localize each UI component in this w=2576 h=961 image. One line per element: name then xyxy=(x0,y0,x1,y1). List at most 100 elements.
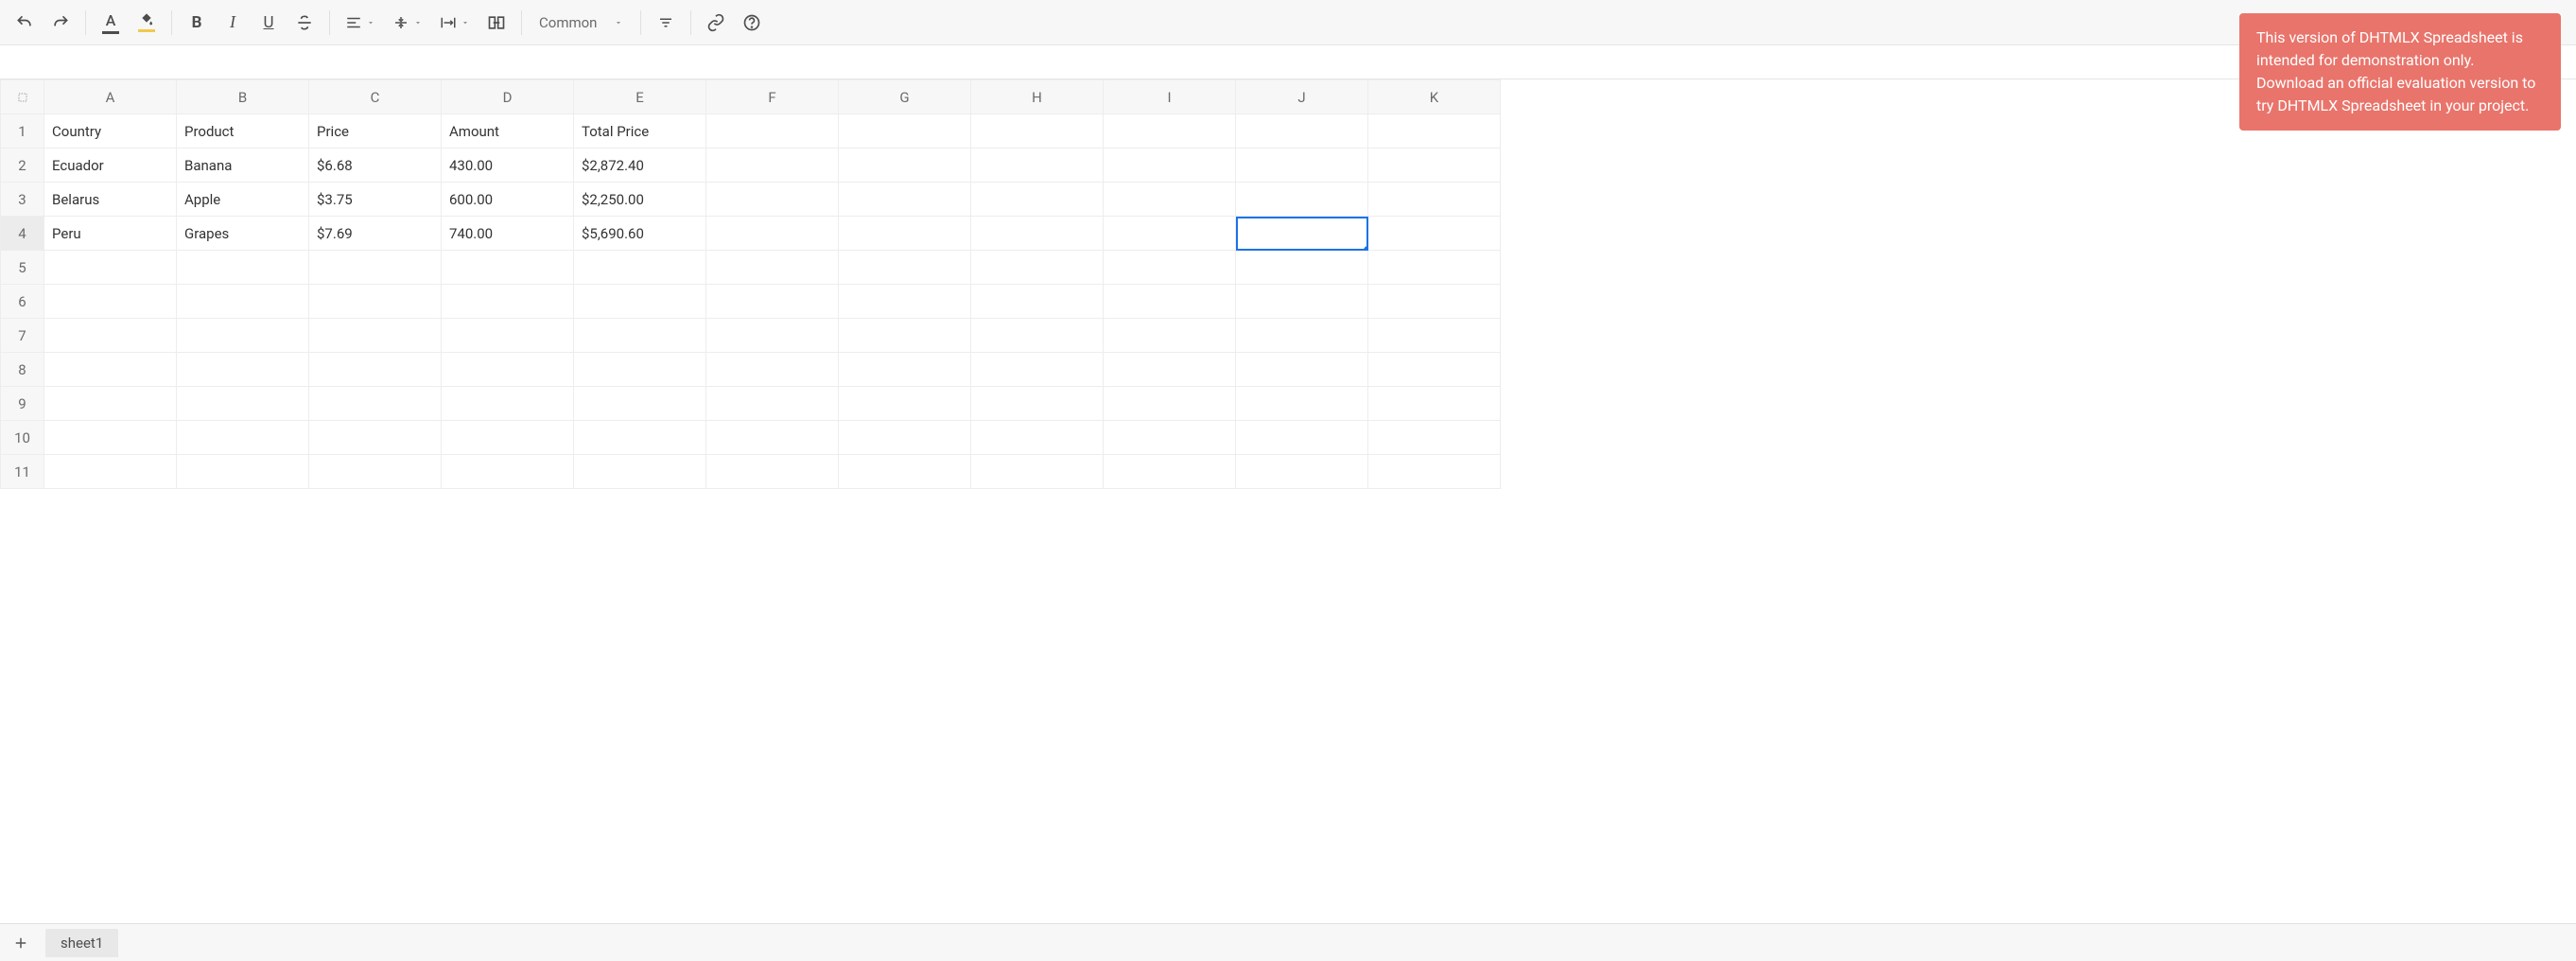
cell[interactable] xyxy=(442,353,574,387)
cell[interactable] xyxy=(971,455,1104,489)
cell[interactable] xyxy=(1104,285,1236,319)
cell[interactable] xyxy=(177,455,309,489)
cell[interactable] xyxy=(309,455,442,489)
underline-button[interactable]: U xyxy=(252,6,286,40)
valign-button[interactable] xyxy=(385,6,430,40)
cell[interactable] xyxy=(706,217,839,251)
cell[interactable]: $3.75 xyxy=(309,183,442,217)
cell[interactable]: Banana xyxy=(177,149,309,183)
cell[interactable] xyxy=(839,251,971,285)
row-header[interactable]: 10 xyxy=(1,421,44,455)
cell[interactable] xyxy=(177,353,309,387)
bold-button[interactable]: B xyxy=(180,6,214,40)
column-header[interactable]: A xyxy=(44,80,177,114)
row-header[interactable]: 9 xyxy=(1,387,44,421)
cell[interactable] xyxy=(1368,353,1501,387)
cell[interactable] xyxy=(1368,319,1501,353)
cell[interactable] xyxy=(971,421,1104,455)
cell[interactable] xyxy=(706,455,839,489)
cell[interactable] xyxy=(177,387,309,421)
cell[interactable] xyxy=(971,353,1104,387)
column-header[interactable]: G xyxy=(839,80,971,114)
cell[interactable] xyxy=(442,285,574,319)
cell[interactable]: Peru xyxy=(44,217,177,251)
cell[interactable] xyxy=(44,421,177,455)
row-header[interactable]: 3 xyxy=(1,183,44,217)
cell[interactable] xyxy=(309,251,442,285)
cell[interactable] xyxy=(442,387,574,421)
cell[interactable] xyxy=(44,353,177,387)
cell[interactable] xyxy=(1368,114,1501,149)
cell[interactable] xyxy=(706,251,839,285)
link-button[interactable] xyxy=(699,6,733,40)
cell[interactable] xyxy=(574,353,706,387)
undo-button[interactable] xyxy=(8,6,42,40)
cell[interactable] xyxy=(839,285,971,319)
cell[interactable] xyxy=(44,387,177,421)
cell[interactable] xyxy=(177,251,309,285)
cell[interactable] xyxy=(971,251,1104,285)
cell[interactable] xyxy=(1368,183,1501,217)
cell[interactable] xyxy=(574,455,706,489)
cell[interactable] xyxy=(442,251,574,285)
sheet-tab[interactable]: sheet1 xyxy=(45,929,118,957)
row-header[interactable]: 7 xyxy=(1,319,44,353)
cell[interactable]: Belarus xyxy=(44,183,177,217)
add-sheet-button[interactable] xyxy=(6,928,36,958)
number-format-select[interactable]: Common xyxy=(530,6,633,40)
row-header[interactable]: 11 xyxy=(1,455,44,489)
cell[interactable] xyxy=(44,285,177,319)
cell[interactable] xyxy=(1104,183,1236,217)
cell[interactable]: Country xyxy=(44,114,177,149)
cell[interactable] xyxy=(1368,251,1501,285)
cell[interactable] xyxy=(1236,387,1368,421)
cell[interactable] xyxy=(1104,114,1236,149)
cell[interactable] xyxy=(1236,183,1368,217)
cell[interactable] xyxy=(839,319,971,353)
cell[interactable] xyxy=(574,285,706,319)
cell[interactable]: $5,690.60 xyxy=(574,217,706,251)
cell[interactable]: 600.00 xyxy=(442,183,574,217)
cell[interactable] xyxy=(574,421,706,455)
cell[interactable] xyxy=(1368,387,1501,421)
column-header[interactable]: H xyxy=(971,80,1104,114)
cell[interactable] xyxy=(1236,353,1368,387)
fill-color-button[interactable] xyxy=(130,6,164,40)
filter-button[interactable] xyxy=(649,6,683,40)
cell[interactable] xyxy=(574,319,706,353)
formula-bar[interactable] xyxy=(0,45,2576,79)
cell[interactable]: Price xyxy=(309,114,442,149)
cell[interactable] xyxy=(706,421,839,455)
cell[interactable] xyxy=(706,353,839,387)
cell[interactable] xyxy=(44,251,177,285)
halign-button[interactable] xyxy=(338,6,383,40)
cell[interactable] xyxy=(44,455,177,489)
cell[interactable] xyxy=(706,114,839,149)
merge-button[interactable] xyxy=(479,6,513,40)
cell[interactable] xyxy=(177,421,309,455)
cell[interactable] xyxy=(839,421,971,455)
cell[interactable] xyxy=(971,285,1104,319)
column-header[interactable]: E xyxy=(574,80,706,114)
cell[interactable] xyxy=(442,421,574,455)
cell[interactable] xyxy=(1368,421,1501,455)
cell[interactable] xyxy=(839,387,971,421)
cell[interactable] xyxy=(1104,421,1236,455)
cell[interactable] xyxy=(971,114,1104,149)
cell[interactable] xyxy=(1236,217,1368,251)
cell[interactable] xyxy=(309,285,442,319)
cell[interactable] xyxy=(574,387,706,421)
cell[interactable] xyxy=(839,455,971,489)
column-header[interactable]: K xyxy=(1368,80,1501,114)
cell[interactable] xyxy=(1104,251,1236,285)
font-color-button[interactable]: A xyxy=(94,6,128,40)
wrap-button[interactable] xyxy=(432,6,478,40)
cell[interactable]: Ecuador xyxy=(44,149,177,183)
cell[interactable] xyxy=(1104,455,1236,489)
cell[interactable] xyxy=(309,387,442,421)
cell[interactable] xyxy=(706,183,839,217)
cell[interactable] xyxy=(971,387,1104,421)
cell[interactable] xyxy=(1236,251,1368,285)
strikethrough-button[interactable] xyxy=(287,6,322,40)
row-header[interactable]: 5 xyxy=(1,251,44,285)
